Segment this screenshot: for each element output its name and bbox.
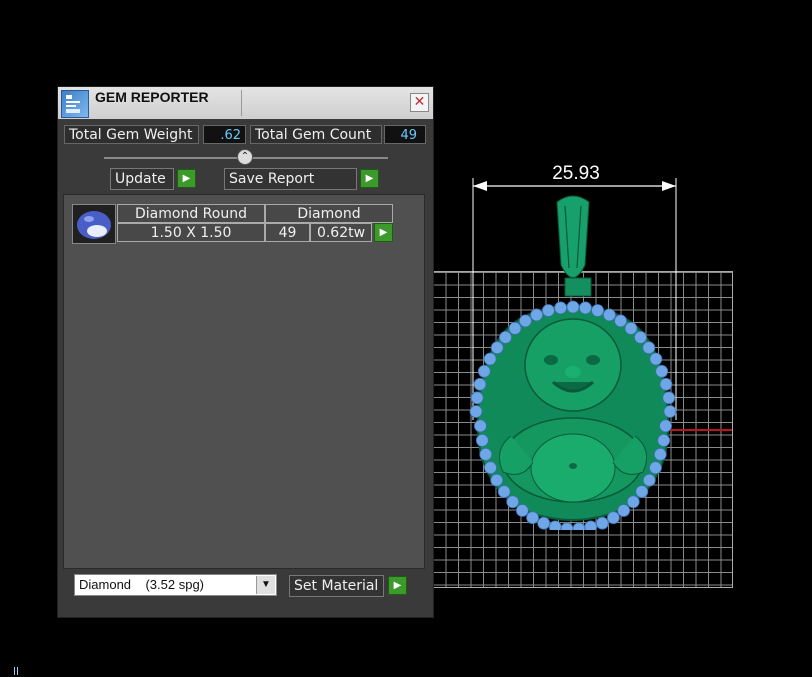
gem-stone xyxy=(484,461,497,475)
gem-stone xyxy=(566,300,580,314)
dropdown-arrow-icon[interactable]: ▼ xyxy=(256,576,275,594)
gem-stone xyxy=(479,447,493,461)
title-separator xyxy=(241,90,242,116)
gem-stone xyxy=(519,314,532,328)
gem-size-cell: 1.50 X 1.50 xyxy=(117,223,265,242)
set-material-play-icon[interactable]: ▶ xyxy=(388,576,407,595)
gem-stone xyxy=(649,461,662,475)
gem-stone xyxy=(515,504,529,517)
gem-stone xyxy=(642,341,656,355)
gem-stone xyxy=(469,405,483,418)
gem-count-cell: 49 xyxy=(265,223,310,242)
save-report-play-icon[interactable]: ▶ xyxy=(360,169,379,188)
gem-stone xyxy=(659,377,673,391)
gem-stone xyxy=(542,304,555,317)
gem-stone xyxy=(475,433,489,447)
gem-shape-header: Diamond Round xyxy=(117,204,265,223)
update-button[interactable]: Update xyxy=(110,168,174,190)
buddha-pendant-model[interactable] xyxy=(433,150,732,530)
gem-stone xyxy=(548,520,562,530)
gem-stone xyxy=(642,473,656,487)
material-select[interactable]: Diamond (3.52 spg) ▼ xyxy=(74,574,277,596)
gem-stone xyxy=(584,520,598,530)
gem-stone xyxy=(537,516,551,530)
gem-stone xyxy=(477,364,491,378)
save-report-button[interactable]: Save Report xyxy=(224,168,357,190)
gem-stone xyxy=(662,391,676,405)
gem-stone xyxy=(655,364,669,378)
gem-stone xyxy=(554,301,567,315)
update-play-icon[interactable]: ▶ xyxy=(177,169,196,188)
gem-stone xyxy=(530,308,543,322)
gem-stone xyxy=(617,504,631,517)
gem-stone xyxy=(649,352,663,366)
gem-stone xyxy=(499,330,512,344)
gem-stone xyxy=(474,419,487,433)
gem-reporter-panel[interactable]: GEM REPORTER ✕ Total Gem Weight .62 Tota… xyxy=(58,87,433,617)
gem-stone xyxy=(624,321,638,335)
total-gem-weight-value: .62 xyxy=(203,125,246,144)
total-gem-weight-label: Total Gem Weight xyxy=(64,125,199,144)
gem-stone xyxy=(614,314,628,328)
dimension-label: 25.93 xyxy=(552,163,600,184)
gem-stone xyxy=(572,522,586,530)
gem-row-play-icon[interactable]: ▶ xyxy=(374,223,393,242)
gem-list[interactable]: Diamond Round Diamond 1.50 X 1.50 49 0.6… xyxy=(63,194,425,569)
close-icon[interactable]: ✕ xyxy=(410,93,429,112)
size-slider-handle[interactable]: ⌃ xyxy=(237,149,253,165)
gem-reporter-app-icon xyxy=(61,90,89,118)
gem-stone xyxy=(490,473,504,487)
gem-stone xyxy=(591,304,605,317)
gem-stone xyxy=(635,485,649,499)
gem-stone xyxy=(653,447,667,461)
gem-stone xyxy=(626,495,640,509)
gem-stone xyxy=(526,511,539,525)
gem-stone xyxy=(497,485,511,499)
gem-stone xyxy=(663,405,677,418)
gem-stone xyxy=(595,516,609,530)
gem-material-header: Diamond xyxy=(265,204,393,223)
gem-stone xyxy=(490,341,504,355)
total-gem-count-label: Total Gem Count xyxy=(250,125,382,144)
gem-weight-cell: 0.62tw xyxy=(310,223,372,242)
gem-thumbnail[interactable] xyxy=(72,204,116,244)
gem-stone xyxy=(606,511,620,525)
gem-stone xyxy=(473,377,487,391)
set-material-button[interactable]: Set Material xyxy=(289,575,384,597)
gem-stone xyxy=(578,301,592,315)
material-select-value: Diamond (3.52 spg) xyxy=(79,577,205,592)
gem-stone xyxy=(657,433,671,447)
gem-stone xyxy=(634,330,647,344)
gem-stone xyxy=(470,391,484,405)
gem-stone xyxy=(659,419,673,433)
gem-stone xyxy=(506,495,520,509)
total-gem-count-value: 49 xyxy=(384,125,426,144)
gem-stone xyxy=(560,522,574,530)
titlebar[interactable]: GEM REPORTER ✕ xyxy=(58,87,433,119)
gem-stone xyxy=(602,308,616,322)
panel-title: GEM REPORTER xyxy=(95,89,209,105)
gem-stone xyxy=(483,352,497,366)
cursor-mark xyxy=(14,667,18,675)
gem-stone xyxy=(508,321,522,335)
